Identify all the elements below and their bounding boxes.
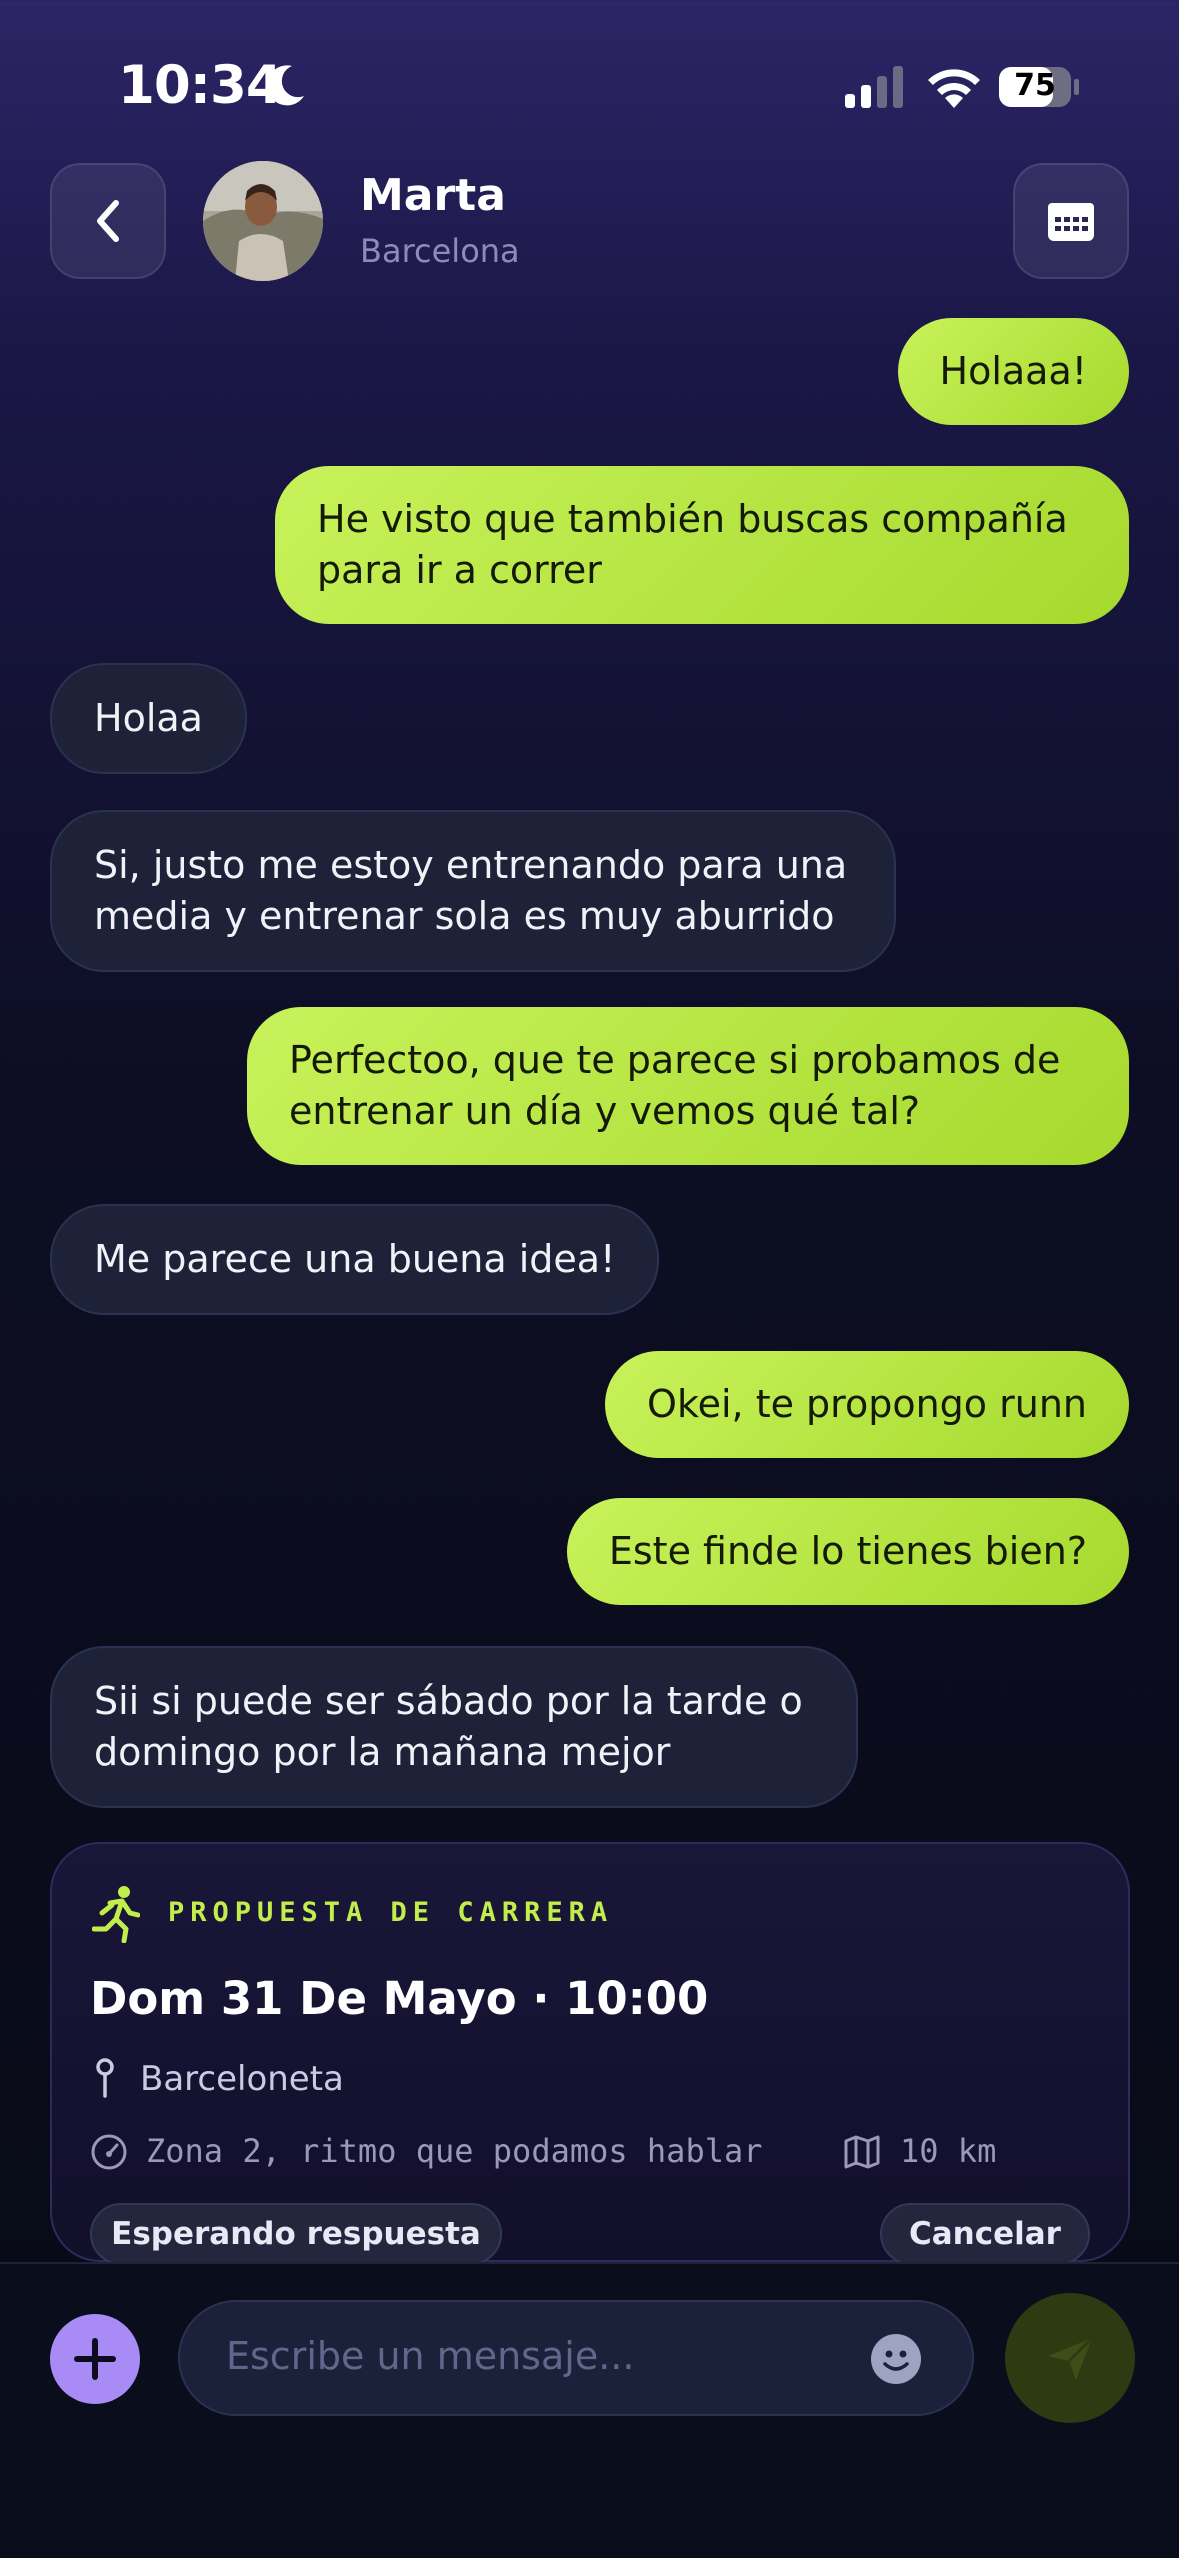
back-button[interactable] <box>50 163 166 279</box>
pin-icon <box>96 2058 114 2098</box>
message-sent[interactable]: Perfectoo, que te parece si probamos de … <box>247 1007 1129 1165</box>
proposal-date-time: Dom 31 De Mayo · 10:00 <box>90 1972 709 2025</box>
message-sent[interactable]: He visto que también buscas compañía par… <box>275 466 1129 624</box>
calendar-button[interactable] <box>1013 163 1129 279</box>
cellular-signal-icon <box>845 66 903 108</box>
proposal-zone: Zona 2, ritmo que podamos hablar <box>146 2132 763 2170</box>
message-received[interactable]: Sii si puede ser sábado por la tarde o d… <box>50 1646 858 1808</box>
calendar-icon <box>1048 203 1094 241</box>
map-icon <box>844 2135 880 2169</box>
plus-icon <box>74 2338 116 2380</box>
attach-button[interactable] <box>50 2314 140 2404</box>
message-input-placeholder: Escribe un mensaje... <box>226 2334 635 2378</box>
avatar[interactable] <box>203 161 323 281</box>
message-sent[interactable]: Este finde lo tienes bien? <box>566 1498 1129 1605</box>
message-received[interactable]: Me parece una buena idea! <box>50 1204 660 1315</box>
battery-level: 75 <box>1014 68 1056 103</box>
wifi-icon <box>928 69 980 108</box>
contact-name: Marta <box>360 170 506 221</box>
message-sent[interactable]: Holaaa! <box>897 318 1129 425</box>
proposal-location: Barceloneta <box>140 2059 344 2099</box>
message-sent[interactable]: Okei, te propongo runn <box>605 1351 1129 1458</box>
proposal-kicker: PROPUESTA DE CARRERA <box>168 1897 614 1928</box>
moon-icon <box>267 65 304 106</box>
battery-indicator: 75 <box>998 66 1080 108</box>
status-badge: Esperando respuesta <box>90 2203 502 2265</box>
proposal-distance: 10 km <box>900 2132 997 2170</box>
speedometer-icon <box>91 2134 127 2170</box>
message-received[interactable]: Si, justo me estoy entrenando para una m… <box>50 810 896 972</box>
status-time: 10:34 <box>118 55 283 116</box>
message-received[interactable]: Holaa <box>50 663 247 774</box>
cancel-button[interactable]: Cancelar <box>880 2203 1090 2265</box>
emoji-icon[interactable] <box>870 2333 922 2385</box>
avatar-photo <box>203 161 323 281</box>
contact-location: Barcelona <box>360 232 520 270</box>
running-person-icon <box>92 1886 140 1943</box>
send-button[interactable] <box>1005 2293 1135 2423</box>
chevron-left-icon <box>97 200 119 242</box>
send-icon <box>1048 2336 1094 2380</box>
